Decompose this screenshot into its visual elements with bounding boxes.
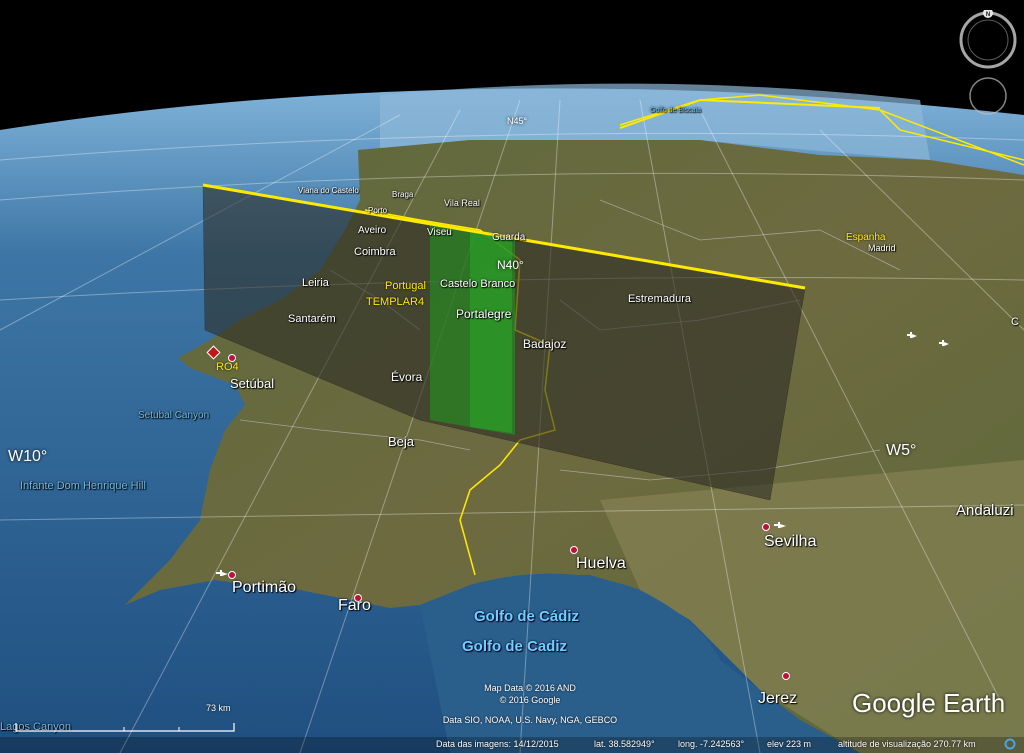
place-label[interactable]: Guarda	[492, 232, 525, 243]
earth-viewport[interactable]: N45° N40° W10° W5° Viana do Castelo Brag…	[0, 0, 1024, 753]
place-label[interactable]: Castelo Branco	[440, 278, 515, 290]
place-label[interactable]: Leiria	[302, 277, 329, 289]
place-label[interactable]: Sevilha	[764, 533, 816, 551]
place-label[interactable]: Coimbra	[354, 246, 396, 258]
place-label[interactable]: Badajoz	[523, 337, 566, 351]
credit-line: Map Data © 2016 AND	[484, 683, 576, 693]
place-label[interactable]: Jerez	[758, 690, 797, 708]
streaming-status-icon	[1004, 738, 1016, 750]
place-label[interactable]: Setúbal	[230, 376, 274, 391]
overlay-label-ro4[interactable]: RO4	[216, 361, 239, 373]
overlay-label-templar4[interactable]: TEMPLAR4	[366, 296, 424, 308]
region-label[interactable]: Andaluzi	[956, 502, 1014, 519]
portimao-marker	[228, 571, 236, 579]
lat-label-n45: N45°	[507, 116, 528, 126]
region-label[interactable]: Estremadura	[628, 293, 691, 305]
undersea-feature-label[interactable]: Infante Dom Henrique Hill	[20, 480, 146, 492]
place-label[interactable]: Beja	[388, 434, 414, 449]
latitude-readout: lat. 38.582949°	[594, 739, 655, 749]
place-label[interactable]: Faro	[338, 597, 371, 615]
place-label[interactable]: Huelva	[576, 555, 626, 573]
place-label[interactable]: Porto	[368, 206, 387, 215]
map-credits: Map Data © 2016 AND © 2016 Google Data S…	[380, 682, 680, 726]
credit-line: © 2016 Google	[499, 695, 561, 705]
sevilha-marker	[762, 523, 770, 531]
place-label[interactable]: Évora	[391, 370, 422, 384]
huelva-marker	[570, 546, 578, 554]
sea-label[interactable]: Golfo de Cadiz	[462, 638, 567, 655]
google-earth-logo: Google Earth	[852, 688, 1006, 718]
place-label[interactable]: Vila Real	[444, 198, 480, 208]
lon-label-w10: W10°	[8, 448, 48, 465]
imagery-date: Data das imagens: 14/12/2015	[436, 739, 559, 749]
jerez-marker	[782, 672, 790, 680]
place-label[interactable]: Aveiro	[358, 225, 386, 236]
place-label[interactable]: Santarém	[288, 313, 336, 325]
compass-control[interactable]: N	[958, 10, 1018, 70]
compass-north-label: N	[986, 12, 990, 18]
lat-label-n40: N40°	[497, 258, 524, 272]
place-label[interactable]: Braga	[392, 190, 413, 199]
sea-label[interactable]: Golfo de Cádiz	[474, 608, 579, 625]
place-label[interactable]: Portimão	[232, 579, 296, 597]
lon-label-w5: W5°	[886, 442, 917, 459]
scale-label: 73 km	[206, 703, 231, 713]
place-label[interactable]: Portalegre	[456, 307, 511, 321]
country-label-portugal[interactable]: Portugal	[385, 280, 426, 292]
place-label[interactable]: Viana do Castelo	[298, 186, 359, 195]
credit-line: Data SIO, NOAA, U.S. Navy, NGA, GEBCO	[442, 715, 618, 725]
elevation-readout: elev 223 m	[767, 739, 812, 749]
status-bar: Data das imagens: 14/12/2015 lat. 38.582…	[0, 737, 1024, 753]
longitude-readout: long. -7.242563°	[678, 739, 745, 749]
look-control[interactable]	[968, 76, 1008, 116]
undersea-feature-label[interactable]: Setubal Canyon	[138, 410, 209, 421]
sea-label[interactable]: Golfo de Biscaia	[650, 107, 701, 114]
country-label-espanha[interactable]: Espanha	[846, 232, 885, 243]
eye-altitude-readout: altitude de visualização 270.77 km	[838, 739, 976, 749]
place-label[interactable]: Viseu	[427, 227, 452, 238]
place-label: C	[1011, 316, 1019, 328]
place-label[interactable]: Madrid	[868, 243, 896, 253]
